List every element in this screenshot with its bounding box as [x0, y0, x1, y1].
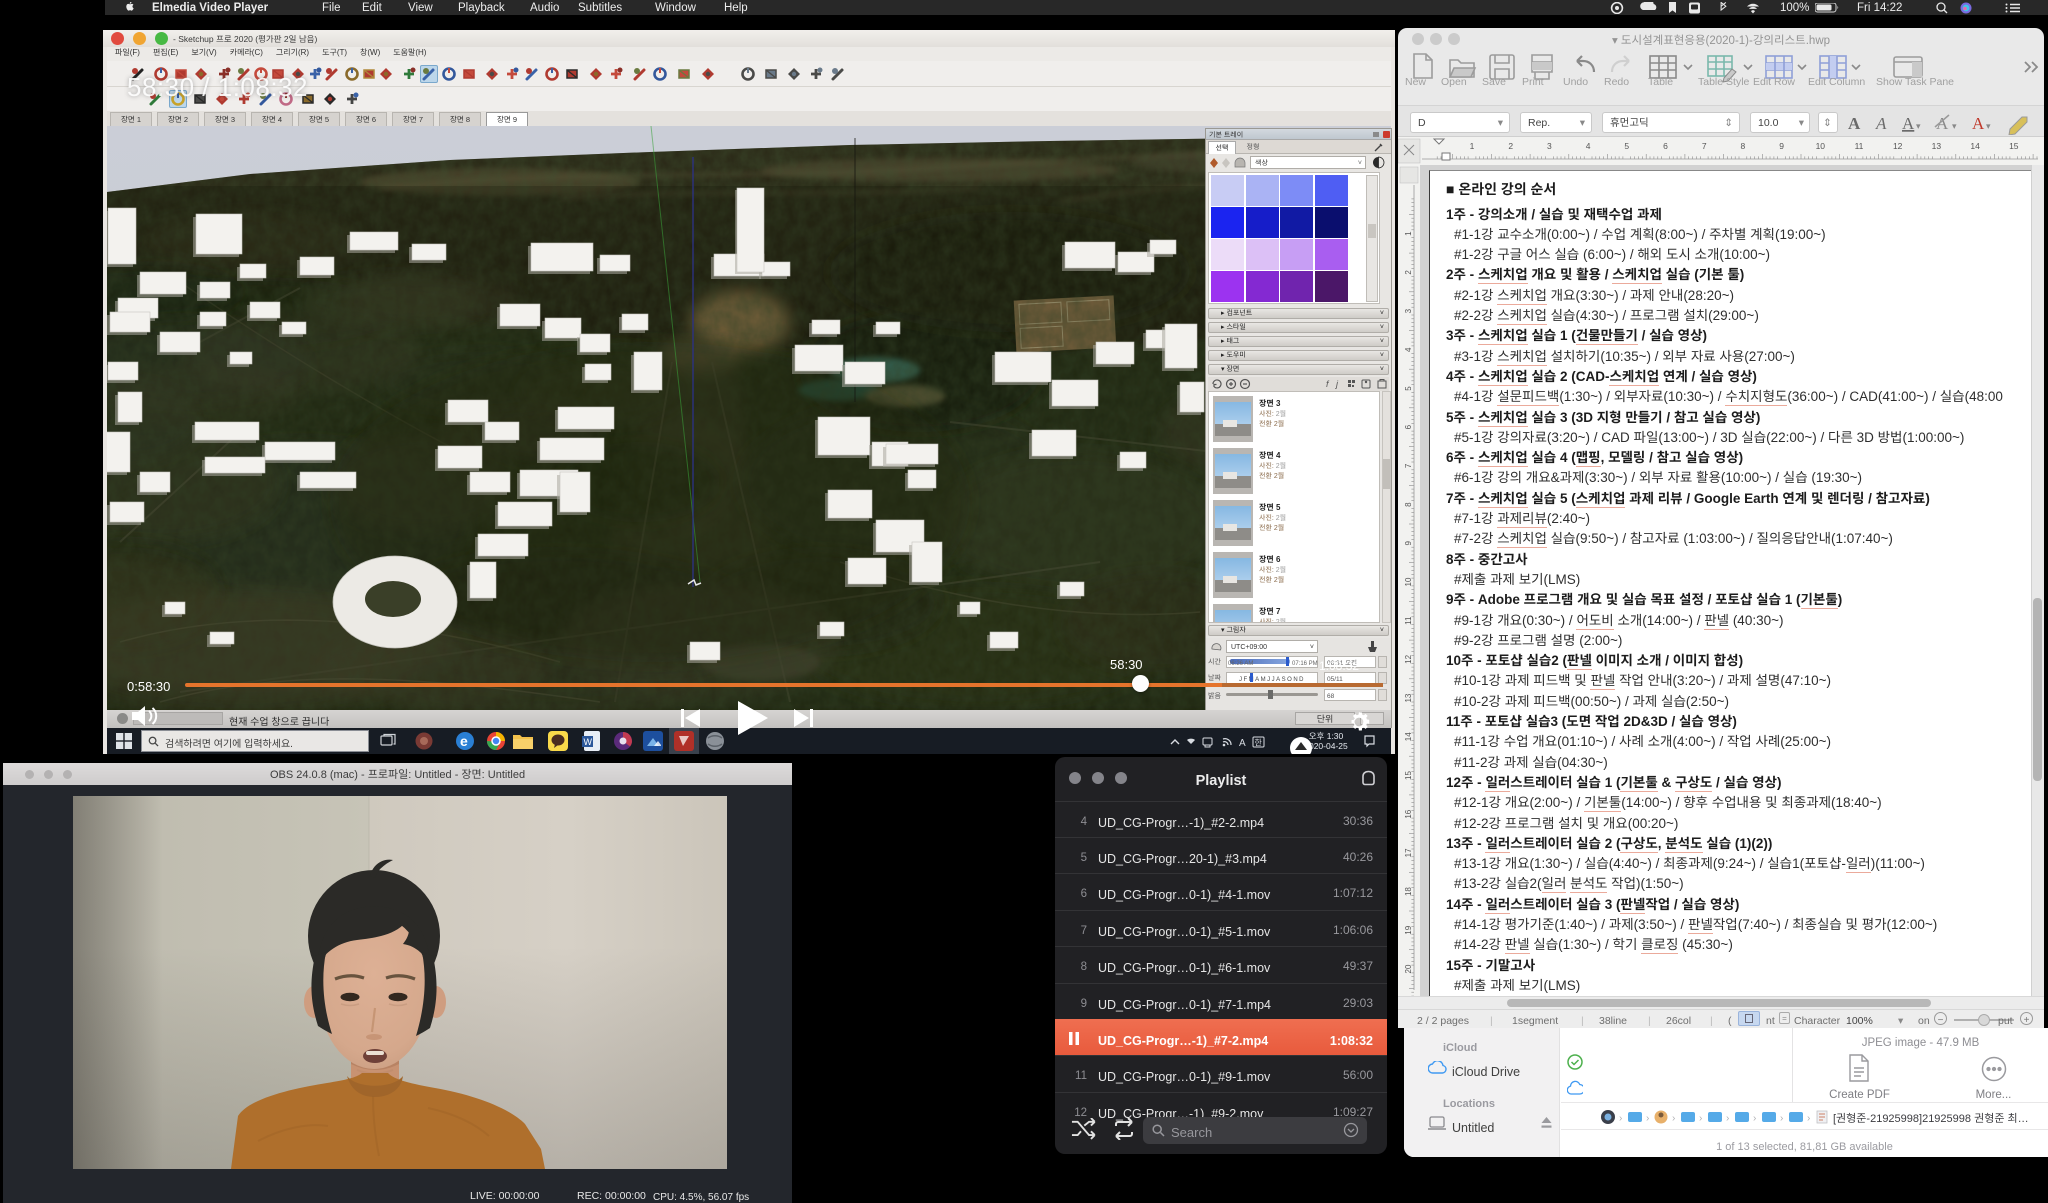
svg-text:9: 9: [1404, 541, 1413, 546]
svg-text:8: 8: [1741, 141, 1746, 151]
svg-text:15: 15: [1404, 771, 1413, 780]
svg-text:19: 19: [1404, 925, 1413, 934]
svg-text:W: W: [584, 737, 593, 747]
svg-text:5: 5: [1404, 386, 1413, 391]
svg-text:6: 6: [1663, 141, 1668, 151]
svg-text:▾: ▾: [1986, 119, 1991, 132]
svg-text:2: 2: [1404, 270, 1413, 275]
svg-text:3: 3: [1404, 308, 1413, 313]
svg-text:4: 4: [1586, 141, 1591, 151]
svg-text:한: 한: [1255, 738, 1263, 749]
svg-text:13: 13: [1404, 693, 1413, 702]
svg-text:10: 10: [1404, 577, 1413, 586]
svg-text:›: ›: [1699, 1109, 1702, 1124]
svg-text:f: f: [1326, 378, 1330, 390]
svg-text:2: 2: [1508, 141, 1513, 151]
svg-text:7: 7: [1404, 463, 1413, 468]
svg-text:›: ›: [1807, 1109, 1810, 1124]
svg-text:5: 5: [1624, 141, 1629, 151]
svg-text:18: 18: [1404, 887, 1413, 896]
svg-text:1: 1: [1404, 231, 1413, 236]
svg-text:9: 9: [1779, 141, 1784, 151]
svg-text:12: 12: [1404, 654, 1413, 663]
svg-text:1: 1: [1470, 141, 1475, 151]
svg-text:A: A: [1972, 114, 1985, 133]
svg-text:A: A: [1848, 114, 1861, 133]
svg-text:10: 10: [1816, 141, 1826, 151]
svg-text:e: e: [460, 733, 468, 749]
svg-text:12: 12: [1893, 141, 1903, 151]
svg-text:17: 17: [1404, 848, 1413, 857]
svg-text:14: 14: [1970, 141, 1980, 151]
svg-text:›: ›: [1780, 1109, 1783, 1124]
svg-text:A: A: [1875, 114, 1887, 133]
svg-text:›: ›: [1646, 1109, 1649, 1124]
svg-text:15: 15: [2009, 141, 2019, 151]
svg-text:▾: ▾: [1952, 119, 1957, 132]
svg-text:›: ›: [1619, 1109, 1622, 1124]
svg-text:8: 8: [1404, 502, 1413, 507]
svg-text:▾: ▾: [1916, 119, 1921, 132]
svg-text:11: 11: [1404, 616, 1413, 625]
svg-text:›: ›: [1672, 1109, 1675, 1124]
svg-text:›: ›: [1726, 1109, 1729, 1124]
svg-text:13: 13: [1932, 141, 1942, 151]
svg-text:›: ›: [1753, 1109, 1756, 1124]
svg-text:4: 4: [1404, 347, 1413, 352]
svg-text:14: 14: [1404, 732, 1413, 741]
svg-text:j: j: [1335, 378, 1339, 390]
svg-text:16: 16: [1404, 809, 1413, 818]
svg-text:11: 11: [1855, 141, 1864, 151]
svg-text:A: A: [1902, 114, 1915, 133]
svg-text:6: 6: [1404, 424, 1413, 429]
svg-text:7: 7: [1702, 141, 1707, 151]
svg-text:3: 3: [1547, 141, 1552, 151]
svg-text:20: 20: [1404, 964, 1413, 973]
svg-text:A: A: [1239, 738, 1246, 748]
